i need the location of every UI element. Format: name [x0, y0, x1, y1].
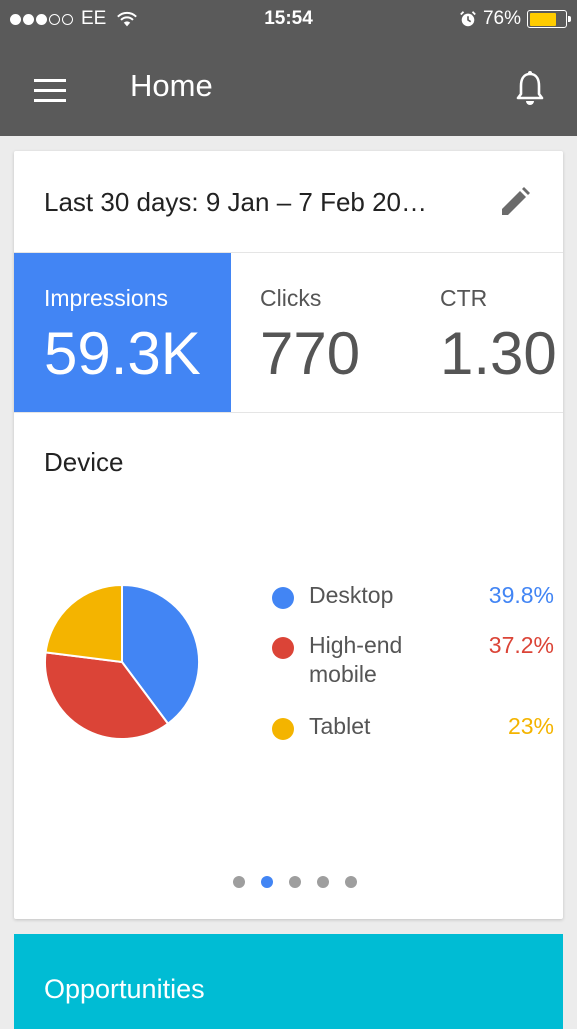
pager-dot[interactable] — [233, 876, 245, 888]
pencil-icon[interactable] — [497, 184, 533, 220]
legend-dot — [272, 718, 294, 740]
device-pie-chart — [44, 583, 200, 740]
bell-icon[interactable] — [513, 68, 547, 108]
app-bar: Home — [0, 40, 577, 136]
date-range-row[interactable]: Last 30 days: 9 Jan – 7 Feb 20… — [14, 151, 563, 253]
legend-value: 37.2% — [488, 632, 554, 658]
opportunities-card[interactable]: Opportunities — [14, 934, 563, 1029]
date-range-label: Last 30 days: 9 Jan – 7 Feb 20… — [44, 187, 428, 217]
legend-value: 23% — [507, 713, 554, 739]
alarm-icon — [460, 11, 476, 27]
metric-label: Impressions — [44, 285, 168, 311]
menu-line — [34, 88, 66, 92]
metric-label: CTR — [440, 285, 488, 311]
pager-dot[interactable] — [345, 876, 357, 888]
device-section-title: Device — [44, 447, 124, 477]
metric-clicks-tab[interactable]: Clicks 770 — [231, 253, 411, 412]
metric-impressions-tab[interactable]: Impressions 59.3K — [14, 253, 231, 412]
hamburger-menu-icon[interactable] — [22, 70, 78, 110]
metric-value: 59.3K — [44, 320, 201, 387]
metric-value: 1.30 — [440, 320, 557, 387]
status-right: 76% — [459, 8, 571, 30]
menu-line — [34, 98, 66, 102]
pie-slice-tablet — [44, 583, 123, 664]
legend-label: High-end mobile — [309, 632, 403, 687]
legend-value: 39.8% — [488, 582, 554, 608]
battery-level — [529, 12, 557, 26]
battery-tip — [568, 16, 571, 22]
pager-dot[interactable] — [289, 876, 301, 888]
legend-label: Tablet — [309, 713, 371, 739]
legend-label: Desktop — [309, 582, 394, 608]
legend-dot — [272, 637, 294, 659]
metrics-row: Impressions 59.3K Clicks 770 CTR 1.30 — [14, 253, 563, 413]
battery-icon — [527, 10, 571, 28]
opportunities-title: Opportunities — [44, 974, 205, 1004]
battery-percent: 76% — [482, 8, 521, 29]
metric-label: Clicks — [260, 285, 322, 311]
card-pager — [14, 876, 563, 890]
pager-dot-active[interactable] — [261, 876, 273, 888]
legend-dot — [272, 587, 294, 609]
summary-card: Last 30 days: 9 Jan – 7 Feb 20… Impressi… — [14, 151, 563, 919]
status-bar: EE 15:54 76% — [0, 0, 577, 40]
metric-ctr-tab[interactable]: CTR 1.30 — [411, 253, 563, 412]
metric-value: 770 — [260, 320, 361, 387]
menu-line — [34, 78, 66, 82]
page-title: Home — [130, 68, 213, 103]
pager-dot[interactable] — [317, 876, 329, 888]
